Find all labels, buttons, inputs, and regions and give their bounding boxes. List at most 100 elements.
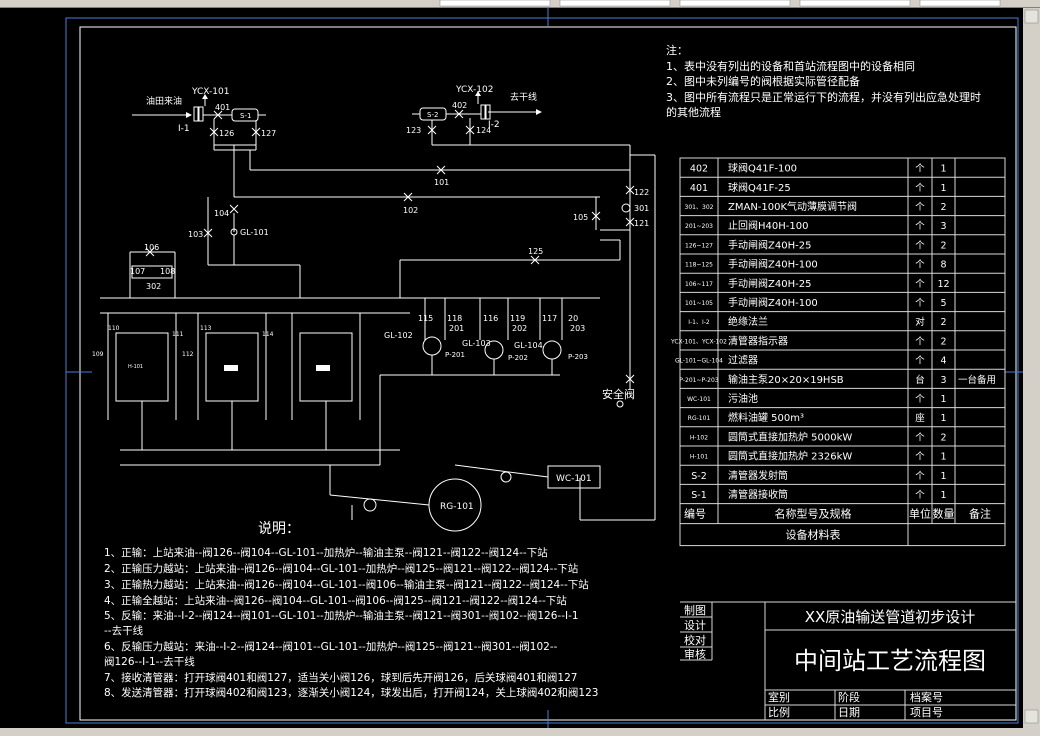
table-cell-unit: 个 (915, 202, 925, 213)
equipment-table: 402 球阀Q41F-100 个 1 401 球阀Q41F-25 个 1 301、302 ZMAN… (670, 157, 1006, 547)
table-cell-qty: 1 (940, 164, 946, 175)
label-v101: 101 (434, 178, 449, 187)
table-cell-qty: 1 (940, 413, 946, 424)
table-cell-code: GL-101~GL-104 (675, 358, 723, 365)
table-cell-name: 清管器发射筒 (728, 469, 788, 482)
explanation-line: 5、反输：来油--I-2--阀124--阀101--GL-101--加热炉--输… (104, 609, 579, 622)
project-title: XX原油输送管道初步设计 (805, 608, 976, 626)
table-header-remark: 备注 (969, 507, 991, 521)
table-cell-unit: 个 (915, 471, 925, 482)
table-cell-name: 圆筒式直接加热炉 5000kW (728, 430, 852, 443)
label-p202: P-202 (508, 354, 528, 362)
title-label-review: 审核 (684, 647, 706, 661)
table-cell-name: 球阀Q41F-100 (728, 162, 797, 175)
table-cell-qty: 3 (940, 221, 946, 232)
label-v110: 110 (108, 325, 120, 332)
label-ycx102: YCX-102 (455, 85, 493, 95)
table-cell-name: ZMAN-100K气动薄膜调节阀 (728, 200, 857, 213)
label-h101-tag: H-101 (128, 364, 143, 370)
label-v120: 20 (568, 314, 578, 323)
table-cell-unit: 个 (915, 452, 925, 463)
label-v112: 112 (182, 351, 194, 358)
table-cell-unit: 个 (915, 432, 925, 443)
table-cell-unit: 个 (915, 164, 925, 175)
table-cell-code: H-102 (690, 434, 708, 441)
explanation-block: 说明： 1、正输：上站来油--阀126--阀104--GL-101--加热炉--… (104, 521, 598, 699)
note-line: 1、表中没有列出的设备和首站流程图中的设备相同 (666, 59, 915, 73)
table-header-qty: 数量 (933, 508, 955, 521)
label-s1: S-1 (240, 112, 251, 120)
pump-p202-body (484, 340, 504, 360)
table-cell-name: 清管器接收筒 (728, 488, 788, 501)
explanation-line: 4、正输全越站：上站来油--阀126--阀104--GL-101--阀106--… (104, 594, 567, 607)
label-v124: 124 (476, 126, 491, 135)
label-to-trunk: 去干线 (510, 91, 537, 103)
table-cell-qty: 2 (940, 202, 946, 213)
label-v402: 402 (452, 101, 467, 110)
table-cell-code: P-201~P-203 (679, 377, 718, 384)
table-cell-unit: 个 (915, 394, 925, 405)
arrow-right-icon (186, 112, 192, 118)
table-cell-code: S-1 (691, 490, 707, 501)
table-cell-code: 201~203 (685, 223, 713, 230)
explanation-line: 阀126--I-1--去干线 (104, 655, 195, 668)
table-cell-remark: 一台备用 (958, 374, 996, 386)
notes-title: 注： (666, 43, 688, 57)
label-v102: 102 (403, 206, 418, 215)
pump-p203-body (542, 340, 562, 360)
insulating-flange-i1 (193, 106, 199, 122)
note-line: 2、图中未列编号的阀根据实际管径配备 (666, 74, 860, 88)
label-v119: 119 (510, 314, 525, 323)
vertical-scrollbar[interactable] (1023, 8, 1040, 728)
table-cell-qty: 4 (940, 356, 946, 367)
equipment-table-frame (679, 157, 1006, 547)
heater-h102-a: 112 113 114 (182, 313, 274, 450)
label-rg101: RG-101 (440, 502, 474, 512)
table-cell-name: 污油池 (728, 392, 758, 405)
label-v105: 105 (573, 213, 588, 222)
label-gl102: GL-102 (384, 331, 413, 340)
cad-drawing-canvas[interactable]: 注： 1、表中没有列出的设备和首站流程图中的设备相同 2、图中未列编号的阀根据实… (0, 0, 1040, 736)
table-cell-name: 燃料油罐 500m³ (728, 411, 804, 424)
table-header-name: 名称型号及规格 (775, 507, 852, 521)
title-label-date: 日期 (838, 706, 860, 719)
control-valve-301 (621, 203, 631, 213)
label-v121: 121 (634, 219, 649, 228)
table-cell-code: 106~117 (685, 281, 713, 288)
label-v203: 203 (570, 324, 585, 333)
title-label-dept: 室别 (768, 690, 790, 704)
table-cell-unit: 对 (915, 316, 925, 328)
label-v401: 401 (215, 103, 230, 112)
pump-p202: 116 119 202 GL-103 P-202 (462, 298, 528, 375)
table-cell-name: 止回阀H40H-100 (728, 219, 808, 232)
label-v202: 202 (512, 324, 527, 333)
table-cell-qty: 1 (940, 490, 946, 501)
title-label-scale: 比例 (768, 705, 790, 719)
table-cell-unit: 个 (915, 221, 925, 232)
label-v109: 109 (92, 351, 104, 358)
explanation-line: 3、正输热力越站：上站来油--阀126--阀104--GL-101--阀106-… (104, 578, 589, 591)
title-label-stage: 阶段 (838, 690, 860, 704)
insulating-flange-i2 (480, 104, 486, 120)
label-v122: 122 (634, 188, 649, 197)
table-cell-code: 401 (690, 183, 708, 194)
table-cell-unit: 个 (915, 183, 925, 194)
label-gl103: GL-103 (462, 339, 491, 348)
heater-h102-b (291, 313, 361, 450)
table-cell-code: 101~105 (685, 300, 713, 307)
table-cell-qty: 8 (940, 260, 946, 271)
table-cell-name: 手动闸阀Z40H-25 (728, 238, 811, 251)
label-v107: 107 (130, 267, 145, 276)
bottom-status-strip (0, 728, 1040, 736)
label-v104: 104 (214, 209, 229, 218)
table-cell-name: 清管器指示器 (728, 334, 788, 347)
table-cell-qty: 5 (940, 298, 946, 309)
arrow-right-icon (536, 109, 542, 115)
label-p203: P-203 (568, 353, 588, 361)
label-v108: 108 (160, 267, 175, 276)
table-cell-unit: 个 (915, 260, 925, 271)
cad-top-toolbar[interactable] (0, 0, 1040, 8)
table-cell-qty: 2 (940, 240, 946, 251)
title-label-archive: 档案号 (910, 690, 943, 704)
label-v125: 125 (528, 247, 543, 256)
